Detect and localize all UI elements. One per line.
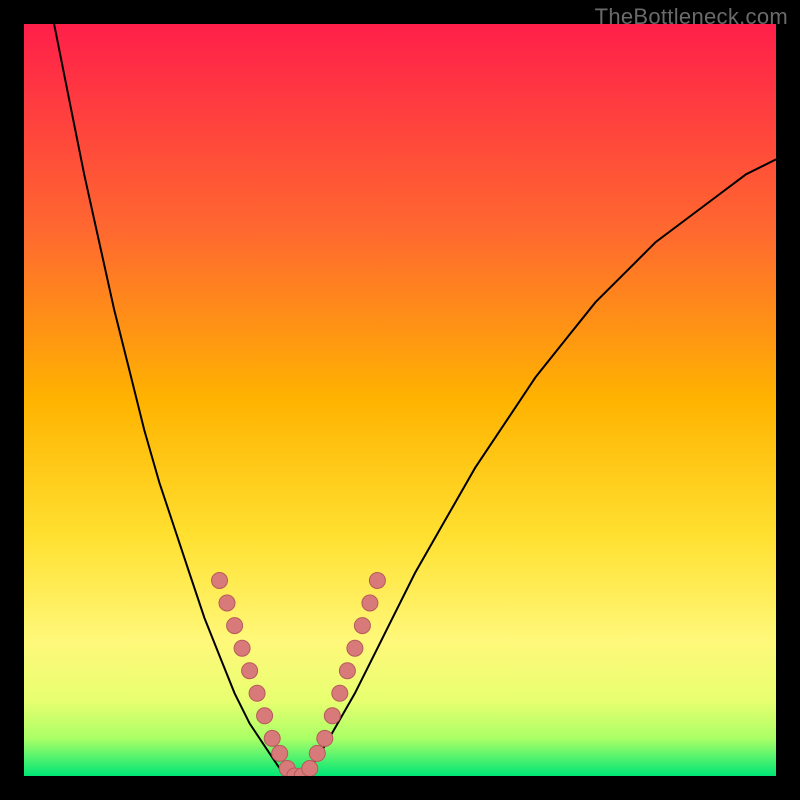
chart-frame: TheBottleneck.com — [0, 0, 800, 800]
highlight-dot — [234, 640, 250, 656]
highlight-dot — [362, 595, 378, 611]
highlight-dot — [324, 708, 340, 724]
highlight-dot — [369, 573, 385, 589]
highlight-dot — [332, 685, 348, 701]
plot-area — [24, 24, 776, 776]
highlight-dot — [227, 618, 243, 634]
highlight-dot — [212, 573, 228, 589]
highlight-dot — [354, 618, 370, 634]
chart-svg — [24, 24, 776, 776]
highlight-dot — [339, 663, 355, 679]
watermark-text: TheBottleneck.com — [595, 4, 788, 30]
highlight-dot — [257, 708, 273, 724]
highlight-dot — [347, 640, 363, 656]
highlight-dot — [309, 745, 325, 761]
highlight-dot — [272, 745, 288, 761]
highlight-dot — [219, 595, 235, 611]
highlight-dot — [249, 685, 265, 701]
highlight-dot — [264, 730, 280, 746]
highlight-dot — [317, 730, 333, 746]
highlight-dot — [242, 663, 258, 679]
highlight-dot — [302, 761, 318, 777]
